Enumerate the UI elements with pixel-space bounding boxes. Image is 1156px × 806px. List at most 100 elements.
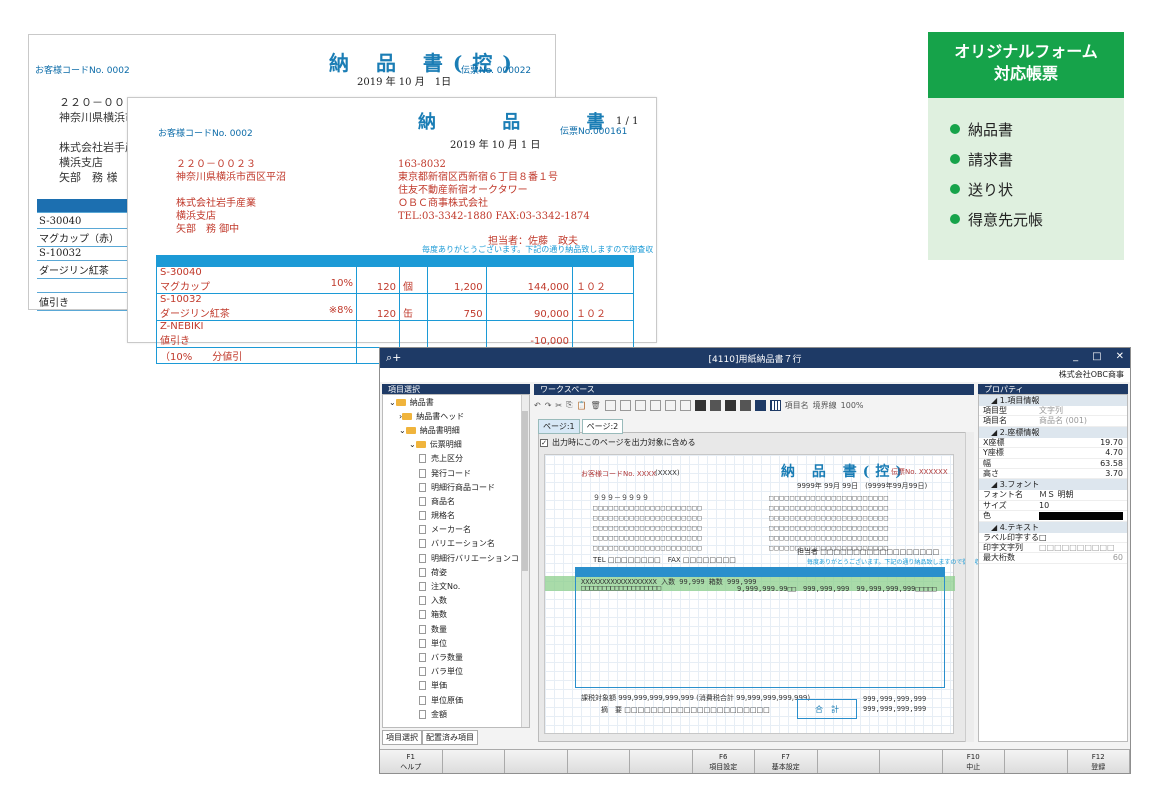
- property-value[interactable]: 19.70: [1039, 438, 1127, 447]
- function-key-button[interactable]: F12 登録: [1067, 750, 1130, 773]
- property-value[interactable]: 60: [1039, 553, 1127, 562]
- tree-item[interactable]: 単価: [383, 679, 529, 693]
- tree-item[interactable]: 数量: [383, 622, 529, 636]
- property-value[interactable]: 商品名 (001): [1039, 416, 1127, 425]
- tree-item[interactable]: ⌄ 納品書明細: [383, 423, 529, 437]
- tree-item[interactable]: 発行コード: [383, 466, 529, 480]
- property-section[interactable]: ◢ 2.座標情報: [979, 426, 1127, 438]
- align-top-icon[interactable]: [634, 399, 646, 411]
- image-icon[interactable]: [754, 399, 766, 411]
- property-row[interactable]: フォント名 ＭＳ 明朝: [979, 490, 1127, 501]
- tree-item[interactable]: 売上区分: [383, 452, 529, 466]
- left-tab[interactable]: 項目選択: [382, 730, 422, 745]
- property-value[interactable]: ＭＳ 明朝: [1039, 490, 1127, 499]
- layer-down-icon[interactable]: [739, 399, 751, 411]
- function-key-button[interactable]: [880, 750, 943, 773]
- property-section[interactable]: ◢ 1.項目情報: [979, 395, 1127, 406]
- function-key-button[interactable]: [567, 750, 630, 773]
- function-key-button[interactable]: [505, 750, 568, 773]
- sheet-row2[interactable]: □□□□□□□□□□□□□□□□□□□: [581, 584, 661, 592]
- function-key-button[interactable]: [442, 750, 505, 773]
- property-row[interactable]: 最大桁数 60: [979, 553, 1127, 564]
- function-key-button[interactable]: F6 項目設定: [692, 750, 755, 773]
- tree-item[interactable]: 金額: [383, 707, 529, 721]
- tree-item[interactable]: 明細行商品コード: [383, 480, 529, 494]
- layer-up-icon[interactable]: [724, 399, 736, 411]
- property-value[interactable]: 4.70: [1039, 448, 1127, 457]
- page-tab[interactable]: ページ:2: [581, 419, 624, 434]
- item-tree[interactable]: ⌄ 納品書 › 納品書ヘッド ⌄ 納品書明細 ⌄ 伝票明細 売上区分 発行コード 明細行商品…: [382, 394, 530, 728]
- property-row[interactable]: ラベル印字する □: [979, 533, 1127, 543]
- function-key-button[interactable]: [817, 750, 880, 773]
- chevron-down-icon[interactable]: ⌄: [399, 426, 406, 435]
- function-key-button[interactable]: F7 基本設定: [755, 750, 818, 773]
- grid-icon[interactable]: [769, 399, 781, 411]
- delete-icon[interactable]: 🗑: [590, 401, 600, 410]
- function-key-button[interactable]: [630, 750, 693, 773]
- tree-item[interactable]: 箱数: [383, 608, 529, 622]
- tree-item[interactable]: メーカー名: [383, 523, 529, 537]
- property-section[interactable]: ◢ 3.フォント: [979, 479, 1127, 491]
- align-bottom-icon[interactable]: [649, 399, 661, 411]
- send-back-icon[interactable]: [709, 399, 721, 411]
- include-page-option[interactable]: ✓ 出力時にこのページを出力対象に含める: [540, 437, 696, 448]
- border-toggle[interactable]: 境界線: [813, 400, 837, 411]
- property-value[interactable]: 63.58: [1039, 459, 1127, 468]
- close-icon[interactable]: ✕: [1116, 351, 1124, 362]
- property-value[interactable]: □□□□□□□□□□: [1039, 543, 1127, 552]
- tree-item[interactable]: 入数: [383, 594, 529, 608]
- chevron-down-icon[interactable]: ⌄: [409, 440, 416, 449]
- property-row[interactable]: 幅 63.58: [979, 459, 1127, 469]
- bring-front-icon[interactable]: [694, 399, 706, 411]
- property-row[interactable]: Y座標 4.70: [979, 448, 1127, 459]
- color-swatch[interactable]: [1039, 511, 1127, 521]
- property-row[interactable]: 項目名 商品名 (001): [979, 416, 1127, 427]
- align-left-icon[interactable]: [604, 399, 616, 411]
- property-row[interactable]: X座標 19.70: [979, 438, 1127, 449]
- tree-item[interactable]: バラ数量: [383, 650, 529, 664]
- tree-item[interactable]: 荷姿: [383, 565, 529, 579]
- tree-item[interactable]: 単位: [383, 636, 529, 650]
- zoom-select[interactable]: 100%: [841, 401, 864, 410]
- same-width-icon[interactable]: [664, 399, 676, 411]
- property-row[interactable]: 印字文字列 □□□□□□□□□□: [979, 543, 1127, 554]
- tree-item[interactable]: バリエーション名: [383, 537, 529, 551]
- maximize-icon[interactable]: □: [1092, 351, 1101, 362]
- include-page-checkbox[interactable]: ✓: [540, 438, 548, 447]
- undo-icon[interactable]: ↶: [534, 401, 541, 410]
- function-key-button[interactable]: [1005, 750, 1068, 773]
- property-section[interactable]: ◢ 4.テキスト: [979, 521, 1127, 533]
- tree-item[interactable]: 規格名: [383, 509, 529, 523]
- same-height-icon[interactable]: [679, 399, 691, 411]
- property-grid[interactable]: ◢ 1.項目情報 項目型 文字列 項目名 商品名 (001) ◢ 2.座標情報 X座標 19.…: [978, 394, 1128, 742]
- form-preview-sheet[interactable]: お客様コードNo. XXXX (XXXX) 納 品 書(控) 伝票No. XXX…: [544, 454, 1004, 734]
- workspace-scrollbar[interactable]: [965, 432, 974, 742]
- left-tab[interactable]: 配置済み項目: [422, 730, 478, 745]
- tree-scrollbar[interactable]: [521, 395, 529, 727]
- copy-icon[interactable]: ⎘: [566, 400, 572, 410]
- minimize-icon[interactable]: _: [1073, 351, 1078, 362]
- property-row[interactable]: 色: [979, 511, 1127, 522]
- tree-item[interactable]: › 納品書ヘッド: [383, 409, 529, 423]
- tree-item[interactable]: バラ単位: [383, 665, 529, 679]
- cut-icon[interactable]: ✂: [555, 401, 562, 410]
- property-row[interactable]: 高さ 3.70: [979, 469, 1127, 480]
- item-name-toggle[interactable]: 項目名: [785, 400, 809, 411]
- property-value[interactable]: 10: [1039, 501, 1127, 510]
- paste-icon[interactable]: 📋: [577, 401, 587, 410]
- property-value[interactable]: 文字列: [1039, 406, 1127, 415]
- tree-item[interactable]: ⌄ 納品書: [383, 395, 529, 409]
- function-key-button[interactable]: F1 ヘルプ: [380, 750, 443, 773]
- tree-item[interactable]: 単位原価: [383, 693, 529, 707]
- function-key-button[interactable]: F10 中止: [942, 750, 1005, 773]
- redo-icon[interactable]: ↷: [545, 401, 552, 410]
- tree-item[interactable]: ⌄ 伝票明細: [383, 438, 529, 452]
- tree-item[interactable]: 注文No.: [383, 579, 529, 593]
- tree-item[interactable]: 明細行バリエーションコ: [383, 551, 529, 565]
- tree-item[interactable]: 商品名: [383, 494, 529, 508]
- property-row[interactable]: 項目型 文字列: [979, 406, 1127, 417]
- page-tab[interactable]: ページ:1: [538, 419, 580, 434]
- property-value[interactable]: 3.70: [1039, 469, 1127, 478]
- property-value[interactable]: □: [1039, 533, 1127, 542]
- align-right-icon[interactable]: [619, 399, 631, 411]
